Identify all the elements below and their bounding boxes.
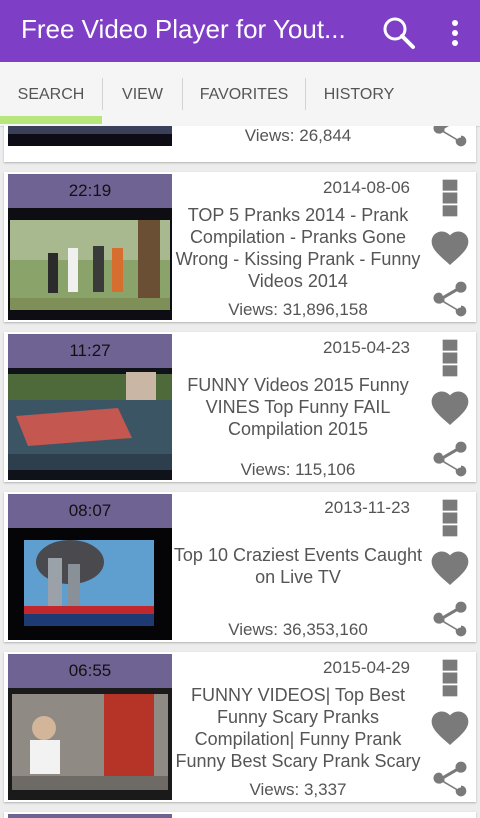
more-vert-icon[interactable]	[428, 656, 472, 700]
share-icon[interactable]	[428, 126, 472, 152]
thumbnail-image	[8, 528, 172, 640]
video-card[interactable]: 22:19 2014-08-06 TOP 5 Pranks 2014 - Pra…	[4, 172, 476, 322]
video-thumbnail[interactable]: 11:27	[8, 334, 172, 480]
tab-favorites[interactable]: FAVORITES	[183, 62, 305, 126]
heart-icon[interactable]	[428, 546, 472, 590]
video-duration: 22:19	[8, 174, 172, 208]
share-icon[interactable]	[428, 758, 472, 802]
app-title: Free Video Player for Yout...	[21, 14, 346, 44]
video-title: FUNNY Videos 2015 Funny VINES Top Funny …	[187, 375, 409, 439]
tab-bar: SEARCH VIEW FAVORITES HISTORY	[0, 62, 480, 127]
video-thumbnail[interactable]	[8, 126, 172, 146]
share-icon[interactable]	[428, 438, 472, 482]
video-duration: 08:07	[8, 494, 172, 528]
video-duration-band	[8, 814, 172, 818]
tab-indicator	[0, 116, 102, 124]
video-thumbnail[interactable]	[8, 814, 172, 818]
video-card[interactable]	[4, 812, 476, 818]
video-views: Views: 115,106	[240, 460, 356, 479]
video-views: Views: 3,337	[249, 780, 347, 799]
tab-history[interactable]: HISTORY	[306, 62, 412, 126]
heart-icon[interactable]	[428, 706, 472, 750]
thumbnail-image	[8, 208, 172, 320]
tab-view[interactable]: VIEW	[103, 62, 182, 126]
video-title: Top 10 Craziest Events Caught on Live TV	[173, 545, 423, 587]
heart-icon[interactable]	[428, 226, 472, 270]
video-card[interactable]: 08:07 2013-11-23 Top 10 Craziest Events …	[4, 492, 476, 642]
video-card[interactable]: 11:27 2015-04-23 FUNNY Videos 2015 Funny…	[4, 332, 476, 482]
video-duration: 06:55	[8, 654, 172, 688]
thumbnail-image	[8, 688, 172, 800]
app-bar: Free Video Player for Yout...	[0, 0, 480, 62]
video-card[interactable]: Views: 26,844	[4, 126, 476, 162]
share-icon[interactable]	[428, 278, 472, 322]
video-thumbnail[interactable]: 08:07	[8, 494, 172, 640]
video-date: 2015-04-23	[323, 338, 410, 357]
video-duration: 11:27	[8, 334, 172, 368]
video-views: Views: 31,896,158	[228, 300, 368, 319]
video-card[interactable]: 06:55 2015-04-29 FUNNY VIDEOS| Top Best …	[4, 652, 476, 802]
video-date: 2013-11-23	[324, 498, 410, 517]
more-vert-icon[interactable]	[428, 176, 472, 220]
video-views: Views: 26,844	[244, 126, 352, 145]
video-date: 2015-04-29	[323, 658, 410, 677]
share-icon[interactable]	[428, 598, 472, 642]
more-vert-icon[interactable]	[428, 336, 472, 380]
video-title: FUNNY VIDEOS| Top Best Funny Scary Prank…	[175, 685, 421, 771]
video-list[interactable]: Views: 26,844 22:19 2014-08-06 TOP 5 Pra…	[0, 126, 480, 818]
video-views: Views: 36,353,160	[228, 620, 368, 639]
heart-icon[interactable]	[428, 386, 472, 430]
video-thumbnail[interactable]: 06:55	[8, 654, 172, 800]
more-vert-icon[interactable]	[428, 496, 472, 540]
video-title: TOP 5 Pranks 2014 - Prank Compilation - …	[175, 205, 421, 291]
more-vert-icon[interactable]	[440, 16, 470, 50]
search-icon[interactable]	[382, 16, 416, 50]
video-thumbnail[interactable]: 22:19	[8, 174, 172, 320]
video-date: 2014-08-06	[323, 178, 410, 197]
thumbnail-image	[8, 368, 172, 480]
